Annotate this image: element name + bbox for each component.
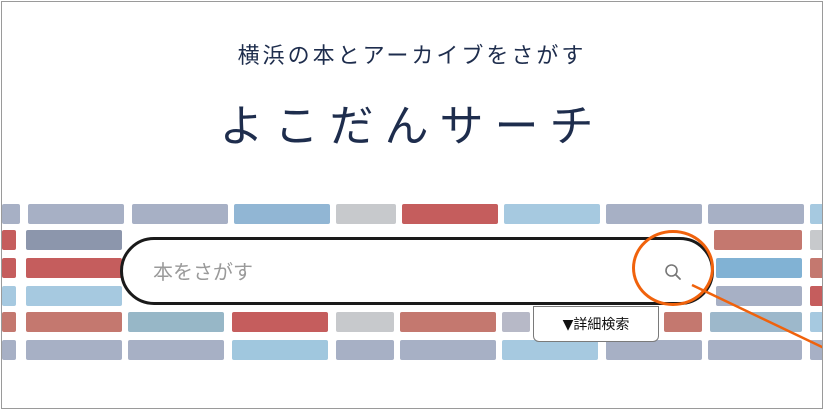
stripe — [26, 230, 122, 250]
stripe — [2, 340, 16, 360]
stripe — [664, 312, 702, 332]
stripe — [710, 312, 802, 332]
stripe — [400, 312, 496, 332]
stripe — [2, 286, 16, 306]
stripe — [606, 340, 702, 360]
stripe — [502, 340, 598, 360]
search-bar — [120, 237, 714, 305]
stripe — [502, 312, 530, 332]
stripe — [810, 286, 822, 306]
advanced-search-toggle[interactable]: ▼詳細検索 — [533, 306, 659, 342]
site-tagline: 横浜の本とアーカイブをさがす — [237, 44, 587, 69]
stripe — [336, 340, 394, 360]
stripe — [402, 204, 498, 224]
stripe — [2, 312, 16, 332]
stripe — [336, 312, 394, 332]
search-icon — [665, 264, 681, 280]
stripe — [132, 204, 228, 224]
search-input[interactable] — [151, 254, 625, 290]
search-button[interactable] — [659, 258, 687, 286]
stripe — [234, 204, 330, 224]
stripe — [810, 204, 822, 224]
stripe — [810, 340, 822, 360]
stripe — [232, 312, 328, 332]
stripe — [716, 286, 802, 306]
stripe — [810, 312, 822, 332]
stripe — [128, 312, 224, 332]
stripe — [26, 286, 122, 306]
stripe — [128, 340, 224, 360]
stripe — [2, 258, 16, 278]
stripe — [26, 258, 122, 278]
stripe — [26, 312, 122, 332]
stripe — [2, 230, 16, 250]
stripe — [606, 204, 702, 224]
page-frame: 横浜の本とアーカイブをさがす よこだんサーチ 本をさがす ▼詳細検索 — [1, 1, 823, 409]
stripe — [400, 340, 496, 360]
stripe — [28, 204, 124, 224]
stripe — [716, 258, 802, 278]
stripe — [708, 340, 802, 360]
stripe — [2, 204, 20, 224]
site-logo[interactable]: よこだんサーチ — [2, 90, 822, 154]
stripe — [504, 204, 600, 224]
stripe — [714, 230, 802, 250]
stripe — [232, 340, 328, 360]
stripe — [708, 204, 804, 224]
stripe — [810, 258, 822, 278]
stripe — [336, 204, 396, 224]
stripe — [810, 230, 822, 250]
stripe — [26, 340, 122, 360]
